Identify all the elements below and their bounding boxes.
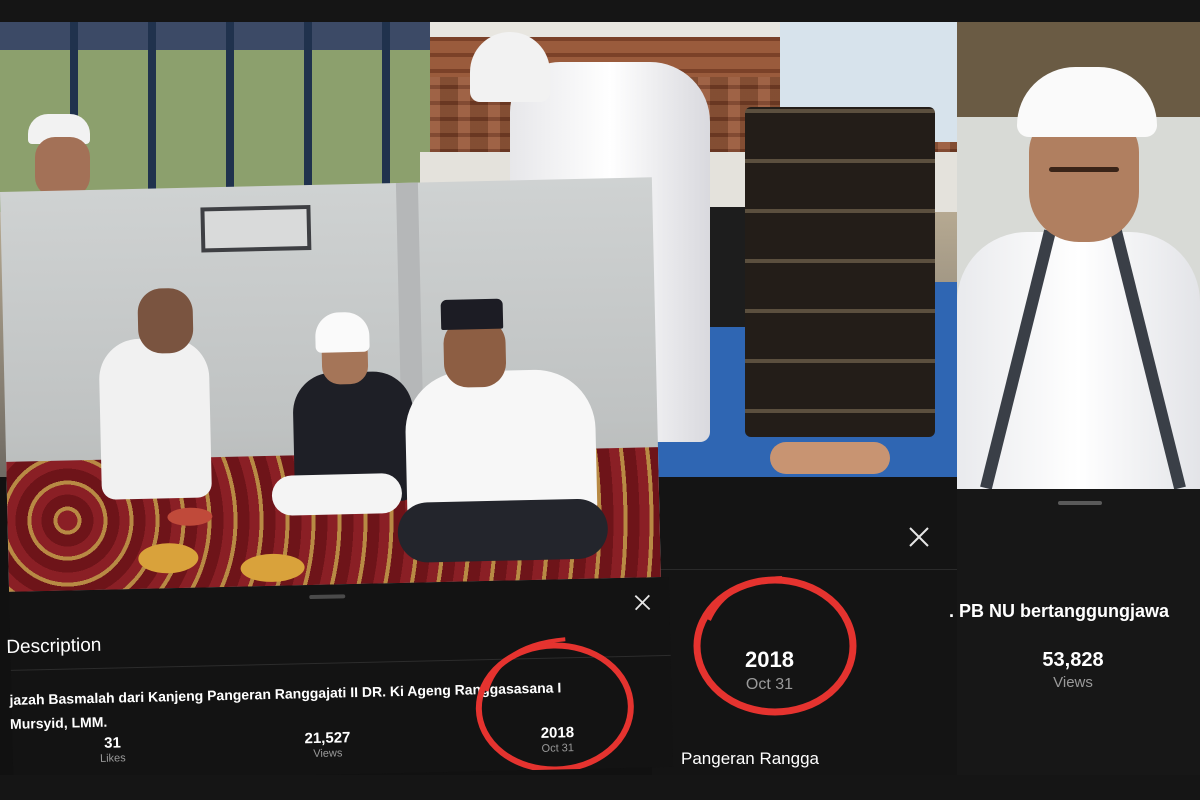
top-border — [0, 0, 1200, 22]
likes-label: Likes — [99, 752, 126, 765]
views-label: Views — [313, 747, 343, 761]
views-count: 21,527 — [304, 729, 351, 748]
video-title: Pangeran Rangga — [681, 749, 820, 768]
drag-handle[interactable] — [309, 594, 346, 600]
bottom-border — [0, 775, 1200, 800]
views-count: 53,828 — [1042, 649, 1104, 671]
right-video-card: . PB NU bertanggungjawa 53,828 Views — [949, 22, 1200, 775]
description-heading: Description — [6, 634, 102, 658]
front-video-card: Description jazah Basmalah dari Kanjeng … — [0, 177, 674, 782]
middle-description-sheet: 2018 Oct 31 Pangeran Rangga — [652, 477, 957, 775]
red-circle-annotation — [693, 576, 857, 716]
views-stat: 21,527 Views — [272, 728, 383, 760]
red-circle-annotation — [475, 637, 634, 772]
close-icon[interactable] — [907, 525, 931, 549]
likes-count: 31 — [103, 734, 122, 752]
front-video-thumbnail — [0, 177, 661, 592]
likes-stat: 31 Likes — [57, 733, 168, 765]
drag-handle[interactable] — [1058, 501, 1102, 505]
close-icon[interactable] — [633, 593, 651, 611]
video-title: . PB NU bertanggungjawa — [949, 601, 1170, 621]
views-label: Views — [1053, 674, 1093, 691]
right-video-thumbnail — [957, 22, 1200, 489]
